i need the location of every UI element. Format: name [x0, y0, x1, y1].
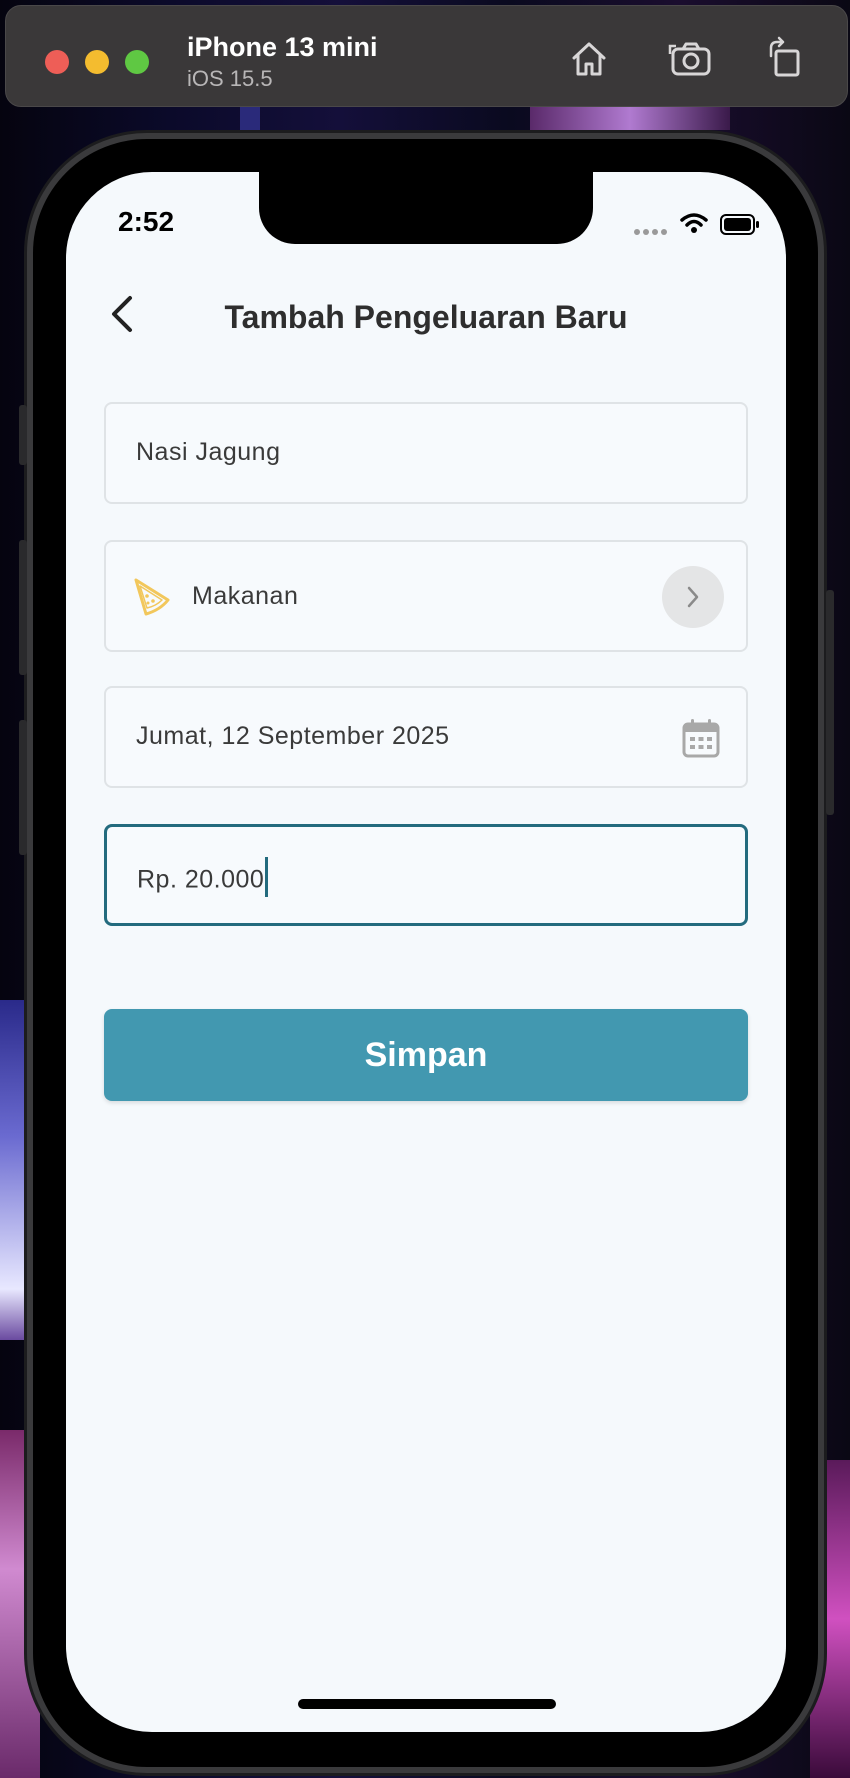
save-button[interactable]: Simpan: [104, 1009, 748, 1101]
power-button: [826, 590, 834, 815]
volume-up-button: [19, 540, 27, 675]
home-indicator[interactable]: [298, 1699, 556, 1709]
minimize-window-button[interactable]: [85, 50, 109, 74]
screenshot-icon[interactable]: [668, 36, 714, 82]
category-label: Makanan: [192, 582, 299, 610]
chevron-right-icon: [687, 586, 699, 608]
amount-input[interactable]: Rp. 20.000: [104, 824, 748, 926]
text-cursor: [265, 857, 269, 897]
status-time: 2:52: [118, 206, 175, 237]
expense-name-value: Nasi Jagung: [136, 438, 281, 466]
mute-switch: [19, 405, 27, 465]
home-icon[interactable]: [566, 36, 612, 82]
wifi-icon: [680, 213, 708, 233]
device-name: iPhone 13 mini: [187, 32, 378, 62]
status-icons: [634, 212, 764, 236]
zoom-window-button[interactable]: [125, 50, 149, 74]
notch: [259, 172, 593, 244]
amount-value: Rp. 20.000: [137, 865, 265, 894]
category-chevron-button[interactable]: [662, 566, 724, 628]
expense-name-input[interactable]: Nasi Jagung: [104, 402, 748, 504]
date-picker-field[interactable]: Jumat, 12 September 2025: [104, 686, 748, 788]
page-title: Tambah Pengeluaran Baru: [224, 299, 628, 335]
device-os-version: iOS 15.5: [187, 66, 273, 91]
calendar-icon[interactable]: [682, 718, 720, 758]
signal-icon: [634, 222, 670, 240]
battery-icon: [720, 214, 759, 235]
rotate-icon[interactable]: [761, 36, 807, 82]
pizza-slice-icon: [134, 578, 170, 616]
close-window-button[interactable]: [45, 50, 69, 74]
simulator-titlebar: iPhone 13 mini iOS 15.5: [5, 5, 848, 107]
app-screen: 2:52 Tambah Pengeluaran Baru Nasi Jagung: [66, 172, 786, 1732]
category-selector[interactable]: Makanan: [104, 540, 748, 652]
date-value: Jumat, 12 September 2025: [136, 722, 450, 750]
volume-down-button: [19, 720, 27, 855]
